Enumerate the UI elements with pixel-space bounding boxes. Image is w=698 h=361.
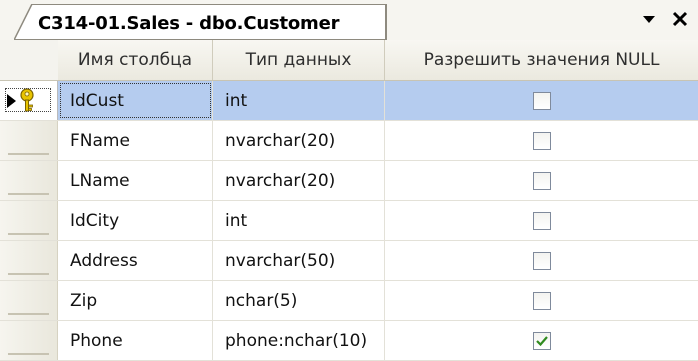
table-row[interactable]: Zip nchar(5) [0,281,698,321]
check-icon [535,335,548,346]
row-selector-mark [8,193,49,195]
data-type-cell[interactable]: int [213,201,385,240]
row-selector[interactable] [0,201,58,240]
allow-null-checkbox[interactable] [532,211,551,230]
allow-null-checkbox[interactable] [532,331,551,350]
row-selector[interactable] [0,121,58,160]
row-selector-mark [8,353,49,355]
table-row[interactable]: Address nvarchar(50) [0,241,698,281]
allow-null-cell [385,241,698,280]
column-header-allow-null[interactable]: Разрешить значения NULL [385,40,698,80]
row-selector[interactable] [0,321,58,360]
allow-null-cell [385,321,698,360]
data-type-cell[interactable]: nchar(5) [213,281,385,320]
row-selector-mark [8,233,49,235]
data-type-cell[interactable]: int [213,81,385,120]
column-name-cell[interactable]: IdCity [58,201,213,240]
data-type-cell[interactable]: nvarchar(50) [213,241,385,280]
close-icon[interactable] [668,7,692,31]
row-selector-mark [8,273,49,275]
table-row[interactable]: Phone phone:nchar(10) [0,321,698,361]
tab-right-border [385,4,387,40]
current-row-focus [5,88,51,112]
header-corner [0,40,59,80]
column-designer-grid: Имя столбца Тип данных Разрешить значени… [0,40,698,361]
column-name-cell[interactable]: LName [58,161,213,200]
allow-null-checkbox[interactable] [532,91,551,110]
data-type-cell[interactable]: nvarchar(20) [213,161,385,200]
allow-null-cell [385,281,698,320]
row-selector[interactable] [0,161,58,200]
allow-null-cell [385,121,698,160]
data-type-cell[interactable]: nvarchar(20) [213,121,385,160]
table-row[interactable]: LName nvarchar(20) [0,161,698,201]
allow-null-checkbox[interactable] [532,291,551,310]
table-row[interactable]: IdCust int [0,81,698,121]
row-selector[interactable] [0,81,58,120]
column-name-cell[interactable]: Phone [58,321,213,360]
column-name-cell[interactable]: Zip [58,281,213,320]
allow-null-checkbox[interactable] [532,171,551,190]
column-name-cell[interactable]: Address [58,241,213,280]
row-selector[interactable] [0,281,58,320]
grid-rows: IdCust int FName nvarchar(20) LName nvarchar(… [0,81,698,361]
window-menu-icon[interactable] [640,11,658,29]
row-selector-mark [8,313,49,315]
allow-null-checkbox[interactable] [532,131,551,150]
data-type-cell[interactable]: phone:nchar(10) [213,321,385,360]
row-selector[interactable] [0,241,58,280]
allow-null-cell [385,81,698,120]
document-tab-strip: C314-01.Sales - dbo.Customer [0,0,698,41]
column-header-name[interactable]: Имя столбца [58,40,213,80]
allow-null-checkbox[interactable] [532,251,551,270]
table-row[interactable]: IdCity int [0,201,698,241]
table-designer-window: C314-01.Sales - dbo.Customer Имя столбца… [0,0,698,361]
column-name-cell[interactable]: FName [58,121,213,160]
row-selector-mark [8,153,49,155]
grid-header: Имя столбца Тип данных Разрешить значени… [0,40,698,81]
allow-null-cell [385,161,698,200]
column-name-cell[interactable]: IdCust [58,81,213,120]
column-header-type[interactable]: Тип данных [213,40,385,80]
table-row[interactable]: FName nvarchar(20) [0,121,698,161]
document-tab-title[interactable]: C314-01.Sales - dbo.Customer [38,13,339,34]
allow-null-cell [385,201,698,240]
